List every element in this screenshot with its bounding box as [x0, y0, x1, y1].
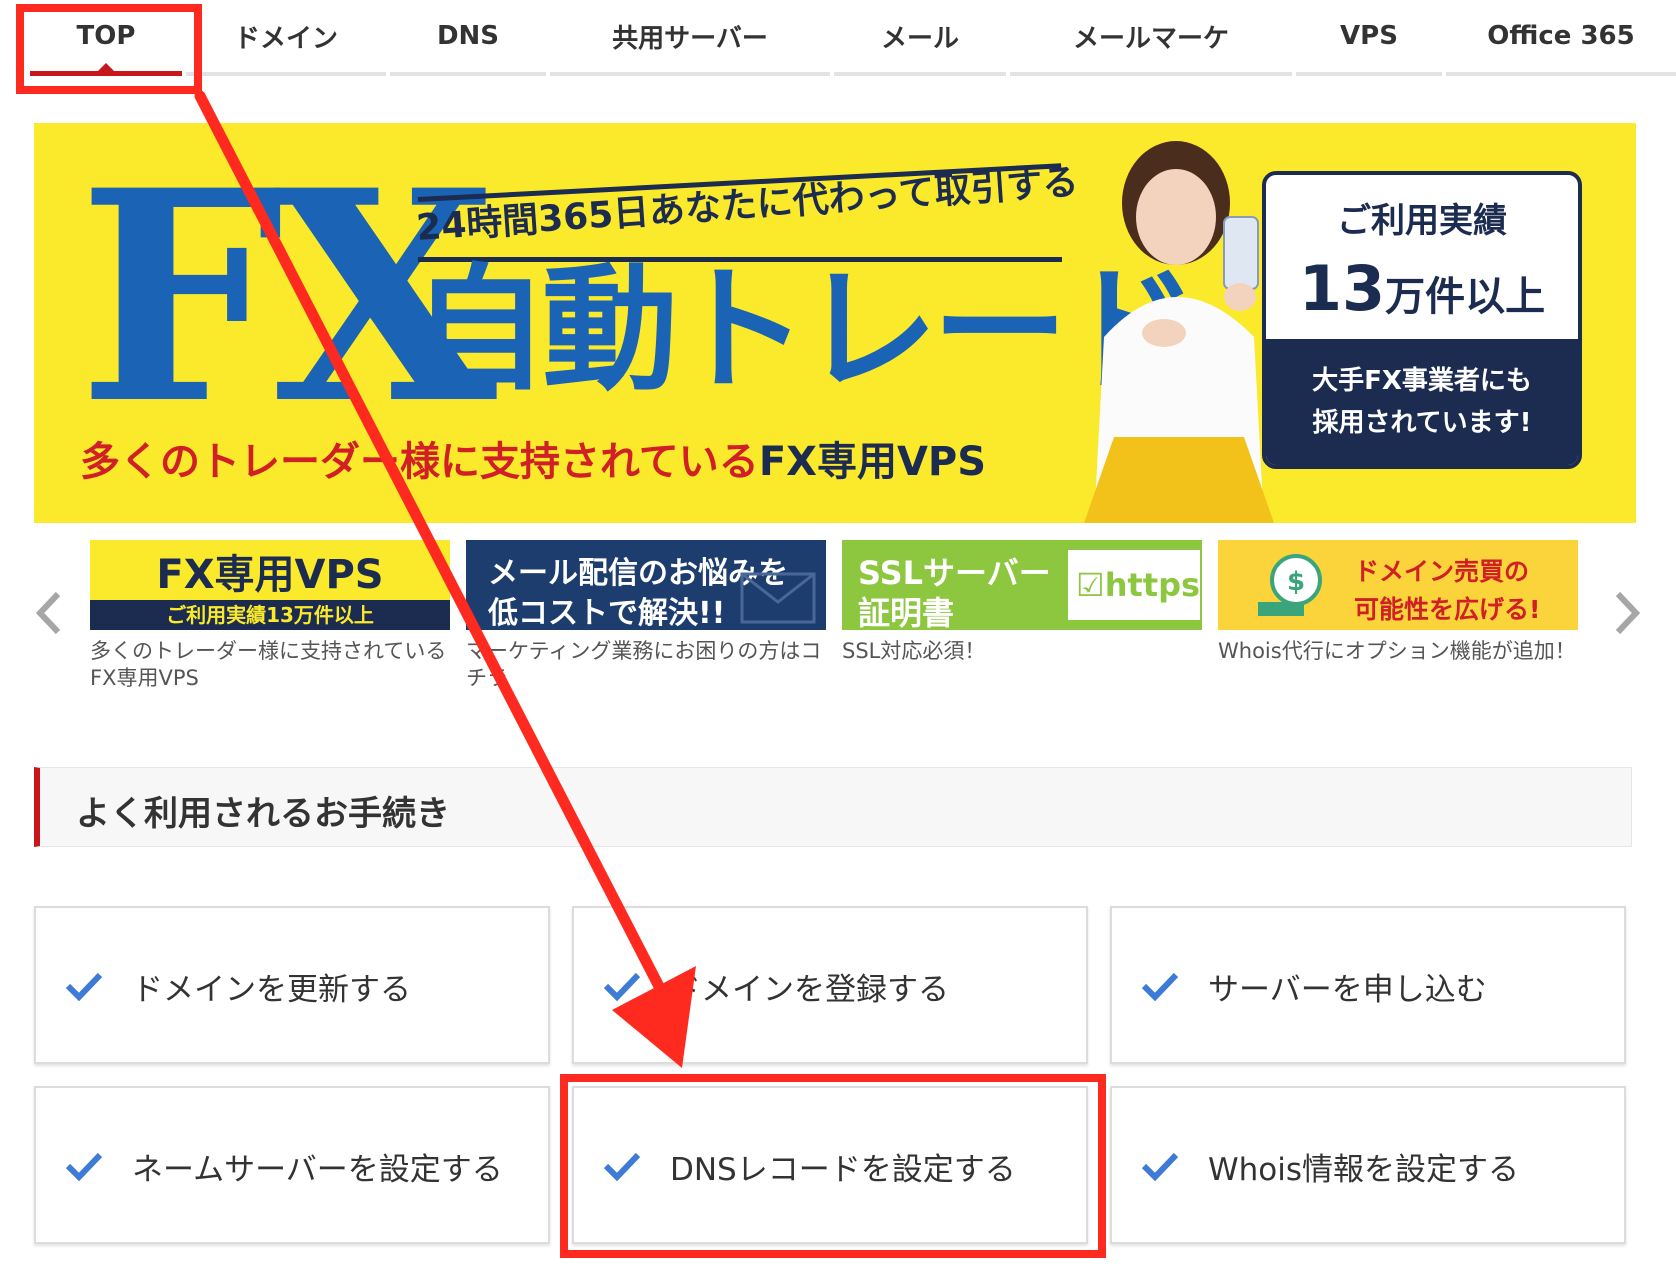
card-caption: マーケティング業務にお困りの方はコチラ [466, 639, 822, 690]
badge-count-unit: 万件以上 [1385, 274, 1546, 320]
https-text: https: [1104, 566, 1202, 604]
nav-tab-label: メール [880, 23, 959, 54]
nav-tab-label: Office 365 [1487, 21, 1635, 51]
nav-tab-label: メールマーケ [1072, 23, 1229, 54]
card-banner: メール配信のお悩みを 低コストで解決!! [466, 540, 826, 630]
money-bag-icon: $ [1258, 554, 1322, 616]
svg-text:$: $ [1287, 567, 1305, 597]
procedure-label: サーバーを申し込む [1208, 972, 1487, 1008]
hero-tagline: 24時間365日あなたに代わって取引する [415, 161, 1080, 250]
procedure-button-register-domain[interactable]: ドメインを登録する [572, 906, 1088, 1064]
card-banner-subtitle: 可能性を広げる! [1354, 595, 1541, 624]
hero-subtitle-dark: FX専用VPS [758, 439, 987, 485]
main-nav: TOP ドメイン DNS 共用サーバー メール メールマーケ VPS Offic… [0, 0, 1676, 76]
nav-tab-label: VPS [1340, 21, 1398, 51]
check-icon [65, 1152, 103, 1182]
procedure-label: Whois情報を設定する [1208, 1152, 1520, 1188]
annotation-highlight-top-tab [16, 4, 202, 94]
check-icon [603, 972, 641, 1002]
procedure-label: ドメインを更新する [132, 972, 411, 1008]
chevron-right-icon[interactable] [1606, 588, 1646, 638]
nav-tab-shared-server[interactable]: 共用サーバー [550, 0, 830, 76]
badge-count: 13 [1298, 252, 1386, 325]
nav-tab-dns[interactable]: DNS [390, 0, 546, 76]
carousel-card-domain-trade[interactable]: $ ドメイン売買の 可能性を広げる! Whois代行にオプション機能が追加！ [1218, 540, 1578, 665]
check-icon [1141, 972, 1179, 1002]
procedure-button-renew-domain[interactable]: ドメインを更新する [34, 906, 550, 1064]
carousel-card-ssl[interactable]: SSLサーバー 証明書 ☑https: SSL対応必須！ [842, 540, 1202, 665]
lock-icon: ☑ [1076, 566, 1105, 604]
nav-tab-mail-marketing[interactable]: メールマーケ [1010, 0, 1292, 76]
procedure-button-set-nameserver[interactable]: ネームサーバーを設定する [34, 1086, 550, 1244]
https-lock-box: ☑https: [1066, 548, 1202, 622]
nav-tab-office365[interactable]: Office 365 [1446, 0, 1676, 76]
model-photo [1084, 141, 1274, 523]
section-title: よく利用されるお手続き [76, 794, 450, 834]
procedure-button-apply-server[interactable]: サーバーを申し込む [1110, 906, 1626, 1064]
nav-tab-mail[interactable]: メール [834, 0, 1006, 76]
nav-tab-label: DNS [436, 21, 500, 51]
card-banner-subtitle: ご利用実績13万件以上 [90, 600, 450, 630]
procedure-label: ドメインを登録する [670, 972, 949, 1008]
card-caption: SSL対応必須！ [842, 639, 986, 663]
card-banner-title: ドメイン売買の [1354, 557, 1530, 586]
section-header: よく利用されるお手続き [34, 767, 1632, 847]
card-banner: SSLサーバー 証明書 ☑https: [842, 540, 1202, 630]
badge-line1: ご利用実績 [1337, 201, 1507, 241]
usage-badge: ご利用実績 13万件以上 大手FX事業者にも 採用されています! [1262, 171, 1582, 469]
carousel-card-mail-marketing[interactable]: メール配信のお悩みを 低コストで解決!! マーケティング業務にお困りの方はコチラ [466, 540, 826, 692]
nav-tab-label: 共用サーバー [612, 23, 768, 54]
chevron-left-icon[interactable] [30, 588, 70, 638]
procedure-label: ネームサーバーを設定する [132, 1152, 503, 1188]
envelope-icon [740, 572, 816, 624]
card-banner-subtitle: 低コストで解決!! [488, 596, 726, 630]
badge-line2: 13万件以上 [1299, 252, 1545, 325]
hero-subtitle: 多くのトレーダー様に支持されているFX専用VPS [80, 429, 986, 487]
hero-banner[interactable]: FX 24時間365日あなたに代わって取引する 自動トレード 多くのトレーダー様… [34, 123, 1636, 523]
procedure-button-set-whois[interactable]: Whois情報を設定する [1110, 1086, 1626, 1244]
nav-tab-vps[interactable]: VPS [1296, 0, 1442, 76]
hero-subtitle-red: 多くのトレーダー様に支持されている [80, 439, 759, 485]
card-banner: $ ドメイン売買の 可能性を広げる! [1218, 540, 1578, 630]
nav-tab-label: ドメイン [233, 23, 338, 54]
check-icon [1141, 1152, 1179, 1182]
carousel-card-fx-vps[interactable]: FX専用VPS ご利用実績13万件以上 多くのトレーダー様に支持されているFX専… [90, 540, 450, 692]
badge-line3: 大手FX事業者にも [1312, 366, 1532, 396]
check-icon [65, 972, 103, 1002]
badge-line4: 採用されています! [1312, 408, 1532, 438]
card-caption: Whois代行にオプション機能が追加！ [1218, 639, 1576, 663]
card-caption: 多くのトレーダー様に支持されているFX専用VPS [90, 639, 447, 690]
nav-tab-domain[interactable]: ドメイン [186, 0, 386, 76]
card-banner: FX専用VPS ご利用実績13万件以上 [90, 540, 450, 630]
card-banner-title: FX専用VPS [156, 552, 384, 598]
card-banner-subtitle: 証明書 [858, 594, 955, 630]
annotation-highlight-dns-record [560, 1074, 1106, 1258]
